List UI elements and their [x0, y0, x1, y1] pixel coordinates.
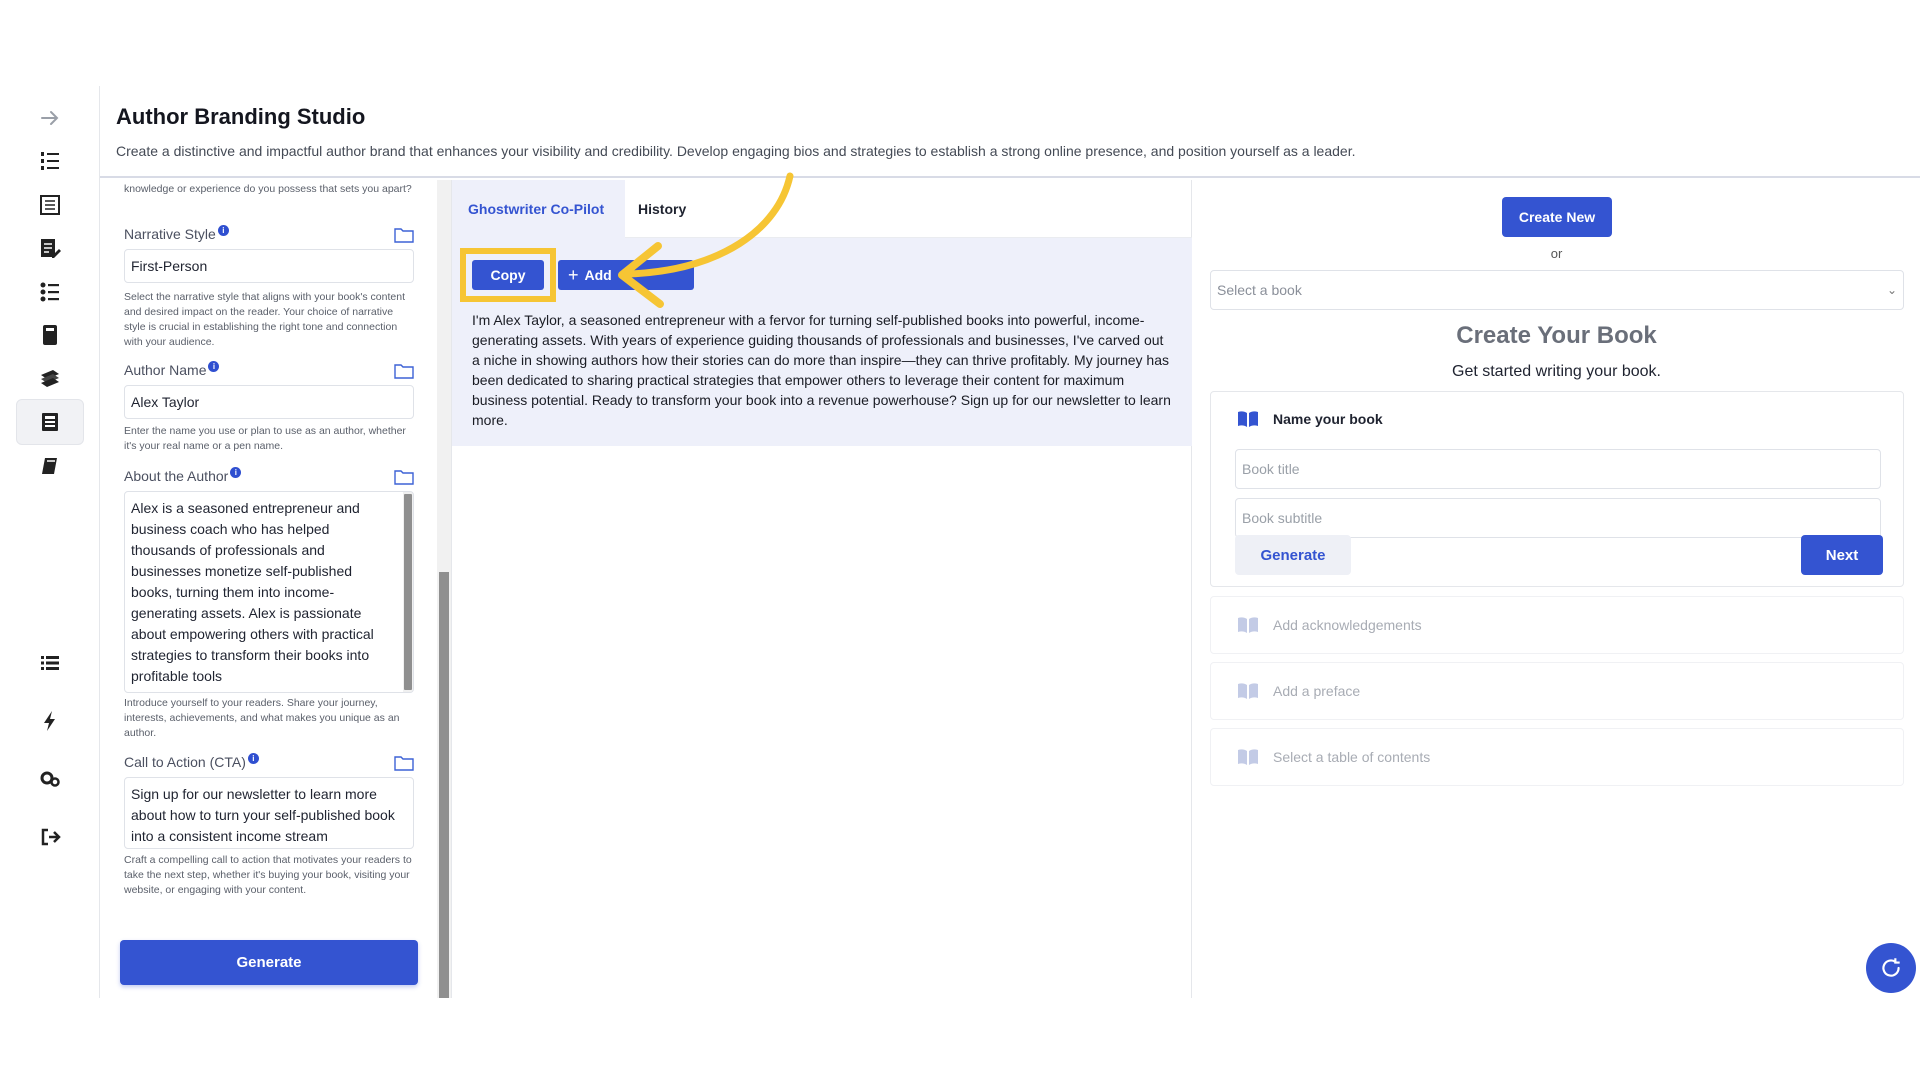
narrative-style-label: Narrative Style i — [124, 224, 229, 242]
create-book-title: Create Your Book — [1456, 322, 1657, 349]
next-button[interactable]: Next — [1801, 535, 1883, 575]
info-icon[interactable]: i — [230, 466, 242, 478]
callout-arrow — [618, 172, 794, 308]
book-title-input[interactable]: Book title — [1235, 449, 1881, 489]
narrative-style-field[interactable]: First-Person — [124, 249, 414, 283]
sidebar-item-branding-studio[interactable] — [16, 399, 84, 445]
sidebar-rail — [0, 86, 100, 998]
book-stack-icon — [43, 325, 57, 345]
name-book-card: Name your book Book title Book subtitle … — [1210, 391, 1904, 587]
copilot-panel: Ghostwriter Co-Pilot History + Add Copy … — [452, 180, 1192, 998]
checklist-icon — [40, 282, 59, 302]
refresh-icon — [1882, 958, 1900, 977]
info-icon[interactable]: i — [208, 360, 220, 372]
open-book-icon — [1238, 411, 1258, 427]
step-label: Select a table of contents — [1273, 749, 1431, 765]
narrative-style-label-text: Narrative Style — [124, 226, 216, 242]
logout-icon — [41, 828, 61, 846]
page-subtitle: Create a distinctive and impactful autho… — [116, 143, 1356, 159]
sidebar-item-settings[interactable] — [16, 756, 84, 802]
author-name-label: Author Name i — [124, 360, 220, 378]
page-header: Author Branding Studio Create a distinct… — [100, 86, 1920, 178]
book-select-placeholder: Select a book — [1217, 282, 1302, 298]
settings-icon — [40, 771, 60, 787]
narrative-style-hint: Select the narrative style that aligns w… — [124, 291, 405, 348]
document-table-icon — [40, 195, 60, 215]
open-book-icon — [1238, 749, 1258, 765]
form-scrollbar[interactable] — [437, 180, 451, 998]
cta-textarea[interactable]: Sign up for our newsletter to learn more… — [124, 777, 414, 849]
app-root: Author Branding Studio Create a distinct… — [0, 0, 1920, 1080]
info-icon[interactable]: i — [217, 224, 229, 236]
copilot-tabs: Ghostwriter Co-Pilot History — [452, 180, 1192, 238]
name-book-step-header[interactable]: Name your book — [1237, 410, 1383, 428]
create-book-subtitle: Get started writing your book. — [1452, 363, 1661, 380]
generated-bio-text: I'm Alex Taylor, a seasoned entrepreneur… — [472, 312, 1171, 428]
chevron-down-icon: ⌄ — [1886, 283, 1897, 297]
sidebar-item-document[interactable] — [16, 182, 84, 228]
open-book-icon — [1238, 683, 1258, 699]
sidebar-item-book-stack[interactable] — [16, 312, 84, 358]
form-scrollbar-thumb[interactable] — [439, 572, 449, 998]
sidebar-item-editor[interactable] — [16, 225, 84, 271]
list-icon — [41, 656, 59, 670]
generate-bio-button[interactable]: Generate — [120, 940, 418, 985]
create-new-button[interactable]: Create New — [1502, 197, 1612, 237]
edit-document-icon — [41, 239, 61, 258]
book-subtitle-input[interactable]: Book subtitle — [1235, 498, 1881, 538]
step-preface[interactable]: Add a preface — [1210, 662, 1904, 720]
step-label: Add acknowledgements — [1273, 617, 1422, 633]
arrow-right-icon — [41, 111, 59, 125]
cta-hint: Craft a compelling call to action that m… — [124, 854, 412, 896]
bolt-icon — [44, 711, 55, 731]
folder-icon[interactable] — [394, 227, 414, 243]
sidebar-item-outline[interactable] — [16, 138, 84, 184]
sidebar-item-quick[interactable] — [16, 698, 84, 744]
sidebar-item-collapse[interactable] — [16, 95, 84, 141]
author-name-hint: Enter the name you use or plan to use as… — [124, 425, 406, 452]
notebook-icon — [42, 458, 57, 474]
open-book-icon — [1238, 617, 1258, 633]
folder-icon[interactable] — [394, 469, 414, 485]
generated-result: + Add Copy I'm Alex Taylor, a seasoned e… — [452, 238, 1192, 446]
copy-highlight-box — [460, 248, 556, 302]
create-book-panel: Create New or Select a book ⌄ Create You… — [1193, 180, 1920, 998]
step-label: Add a preface — [1273, 683, 1361, 699]
folder-icon[interactable] — [394, 755, 414, 771]
author-name-label-text: Author Name — [124, 362, 207, 378]
name-book-label: Name your book — [1273, 411, 1383, 427]
sidebar-item-logout[interactable] — [16, 814, 84, 860]
folder-icon[interactable] — [394, 363, 414, 379]
sidebar-item-list[interactable] — [16, 640, 84, 686]
about-author-label: About the Author i — [124, 466, 242, 484]
about-author-textarea[interactable]: Alex is a seasoned entrepreneur and busi… — [124, 491, 414, 693]
previous-field-hint: knowledge or experience do you possess t… — [124, 183, 412, 195]
author-form-panel: knowledge or experience do you possess t… — [100, 180, 452, 998]
sidebar-item-checklist[interactable] — [16, 269, 84, 315]
generate-title-button[interactable]: Generate — [1235, 535, 1351, 575]
assistant-fab-button[interactable] — [1866, 943, 1916, 993]
about-author-hint: Introduce yourself to your readers. Shar… — [124, 697, 400, 739]
about-author-text: Alex is a seasoned entrepreneur and busi… — [131, 500, 374, 684]
textarea-scrollbar[interactable] — [403, 492, 413, 692]
sidebar-item-books[interactable] — [16, 356, 84, 402]
about-author-label-text: About the Author — [124, 468, 229, 484]
ordered-list-icon — [41, 152, 59, 170]
cta-label: Call to Action (CTA) i — [124, 752, 259, 770]
book-select[interactable]: Select a book ⌄ — [1210, 270, 1904, 310]
page-title: Author Branding Studio — [116, 104, 366, 129]
step-table-of-contents[interactable]: Select a table of contents — [1210, 728, 1904, 786]
plus-icon: + — [568, 264, 579, 285]
branding-studio-icon — [42, 413, 58, 431]
info-icon[interactable]: i — [247, 752, 259, 764]
textarea-scrollbar-thumb[interactable] — [404, 494, 412, 690]
step-acknowledgements[interactable]: Add acknowledgements — [1210, 596, 1904, 654]
sidebar-item-notebook[interactable] — [16, 443, 84, 489]
or-separator: or — [1550, 246, 1563, 261]
books-icon — [41, 370, 59, 387]
author-name-field[interactable]: Alex Taylor — [124, 385, 414, 419]
cta-label-text: Call to Action (CTA) — [124, 754, 246, 770]
